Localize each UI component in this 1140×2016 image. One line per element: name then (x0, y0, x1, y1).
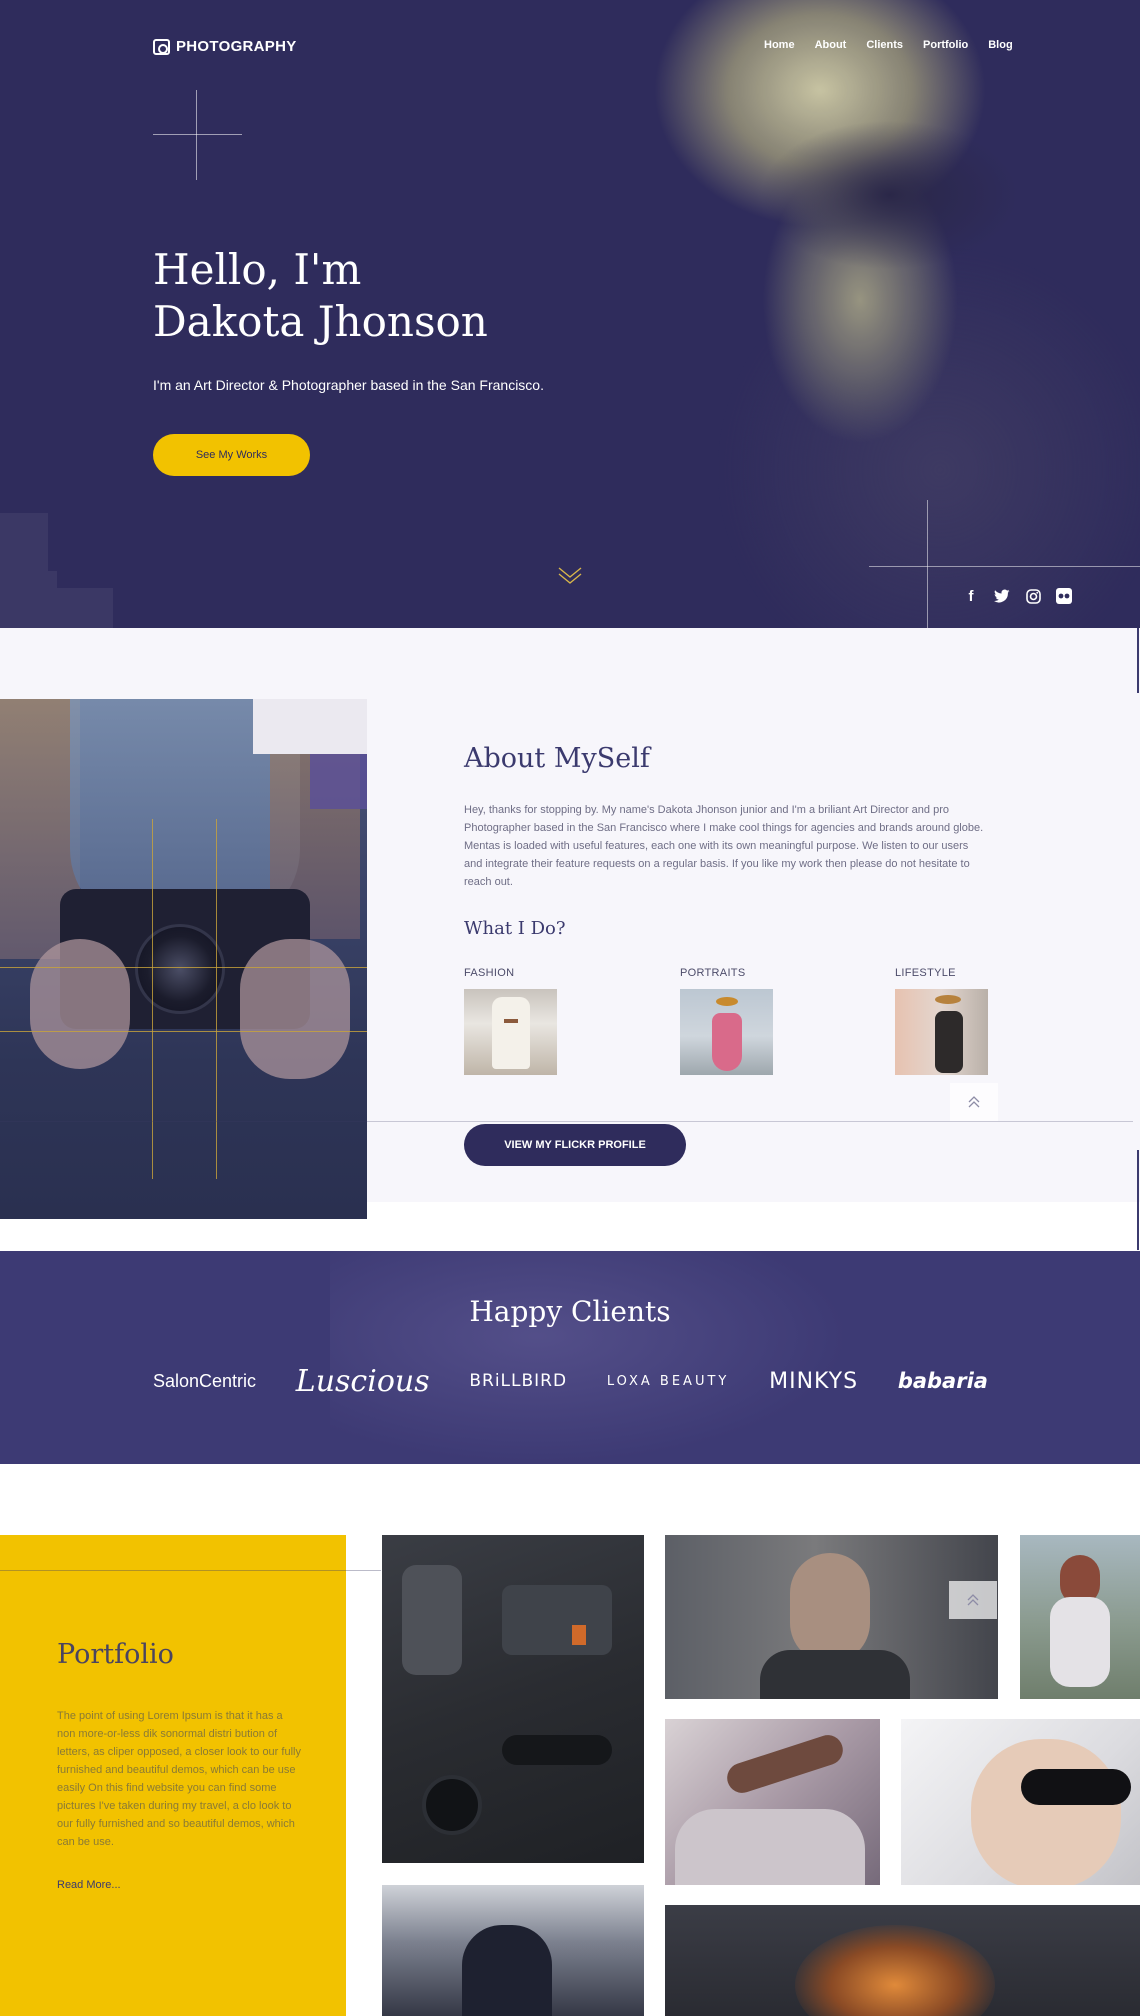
nav-item-about[interactable]: About (815, 39, 847, 51)
portfolio-photo-warm-light[interactable] (665, 1905, 1140, 2016)
about-text: Hey, thanks for stopping by. My name's D… (464, 804, 984, 888)
portfolio-photo-couple[interactable] (382, 1885, 644, 2016)
portfolio-photo-woman-field[interactable] (1020, 1535, 1140, 1699)
skill-label: PORTRAITS (680, 967, 746, 979)
decor-cross-vertical (196, 90, 197, 180)
skill-portraits[interactable]: PORTRAITS (680, 967, 773, 1075)
about-photo (0, 699, 367, 1219)
see-my-works-button[interactable]: See My Works (153, 434, 310, 476)
clients-section: Happy Clients SalonCentric Luscious BRiL… (0, 1251, 1140, 1464)
main-nav: Home About Clients Portfolio Blog (764, 39, 1013, 51)
decor-cross-horizontal (153, 134, 242, 135)
decor-line-vertical (927, 500, 928, 628)
double-chevron-up-icon (967, 1594, 979, 1606)
hero-title: Hello, I'm Dakota Jhonson (153, 244, 488, 348)
portfolio-text: The point of using Lorem Ipsum is that i… (57, 1710, 301, 1848)
hero-photo (520, 0, 1140, 628)
about-section: About MySelf Hey, thanks for stopping by… (0, 628, 1140, 1219)
fashion-thumbnail (464, 989, 557, 1075)
skill-fashion[interactable]: FASHION (464, 967, 557, 1075)
client-logo-brillbird: BRiLLBIRD (469, 1371, 568, 1391)
scroll-to-top-button[interactable] (949, 1581, 997, 1619)
skill-label: LIFESTYLE (895, 967, 956, 979)
instagram-icon[interactable] (1024, 587, 1042, 605)
scroll-to-top-button[interactable] (950, 1083, 998, 1121)
skill-label: FASHION (464, 967, 515, 979)
portfolio-photo-sunglasses[interactable] (901, 1719, 1140, 1885)
nav-item-clients[interactable]: Clients (866, 39, 903, 51)
scrollbar-thumb[interactable] (1137, 628, 1139, 693)
nav-item-blog[interactable]: Blog (988, 39, 1012, 51)
portfolio-photo-violinist[interactable] (665, 1719, 880, 1885)
flickr-icon[interactable] (1055, 587, 1073, 605)
hero-subtitle: I'm an Art Director & Photographer based… (153, 377, 544, 393)
decor-line-horizontal (869, 566, 1140, 567)
view-flickr-profile-button[interactable]: VIEW MY FLICKR PROFILE (464, 1124, 686, 1166)
twitter-icon[interactable] (993, 587, 1011, 605)
lifestyle-thumbnail (895, 989, 988, 1075)
clients-title: Happy Clients (469, 1295, 671, 1328)
hero-section: PHOTOGRAPHY Home About Clients Portfolio… (0, 0, 1140, 628)
portraits-thumbnail (680, 989, 773, 1075)
scrollbar-thumb[interactable] (1137, 1150, 1139, 1250)
social-links: f (962, 587, 1073, 605)
client-logo-babaria: babaria (897, 1369, 988, 1393)
hero-title-line-2: Dakota Jhonson (153, 297, 488, 346)
about-title: About MySelf (464, 743, 650, 774)
client-logo-luscious: Luscious (295, 1363, 430, 1399)
skill-lifestyle[interactable]: LIFESTYLE (895, 967, 988, 1075)
what-i-do-title: What I Do? (464, 918, 566, 939)
facebook-icon[interactable]: f (962, 587, 980, 605)
client-logo-saloncentric: SalonCentric (153, 1370, 257, 1391)
hero-title-line-1: Hello, I'm (153, 245, 362, 294)
scroll-down-icon[interactable] (557, 565, 583, 585)
decor-line (0, 1570, 381, 1571)
read-more-link[interactable]: Read More... (57, 1879, 121, 1891)
hero-photo-shadow (760, 120, 1020, 270)
decor-line (0, 1121, 1133, 1122)
double-chevron-up-icon (968, 1096, 980, 1108)
portfolio-photo-camera-gear[interactable] (382, 1535, 644, 1863)
camera-icon (153, 38, 170, 55)
client-logo-loxa-beauty: LOXA BEAUTY (606, 1373, 730, 1389)
portfolio-section: Portfolio The point of using Lorem Ipsum… (0, 1535, 1140, 2016)
nav-item-home[interactable]: Home (764, 39, 795, 51)
client-logos: SalonCentric Luscious BRiLLBIRD LOXA BEA… (153, 1351, 988, 1411)
portfolio-title: Portfolio (57, 1639, 174, 1670)
client-logo-minkys: MINKYS (769, 1368, 859, 1394)
brand-logo[interactable]: PHOTOGRAPHY (153, 38, 297, 55)
brand-name: PHOTOGRAPHY (176, 38, 297, 55)
nav-item-portfolio[interactable]: Portfolio (923, 39, 968, 51)
